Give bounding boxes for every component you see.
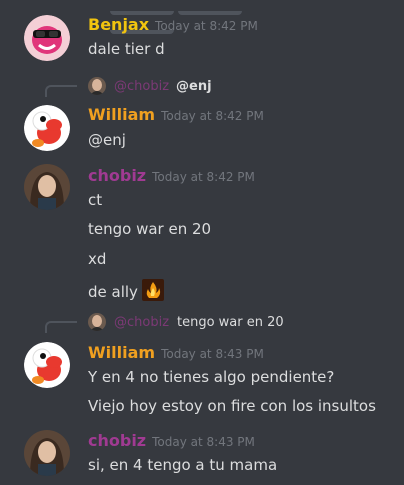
timestamp: Today at 8:43 PM xyxy=(152,435,255,449)
william-avatar-icon xyxy=(24,105,70,151)
reply-preview[interactable]: tengo war en 20 xyxy=(177,315,284,330)
benjax-avatar-icon xyxy=(24,15,70,61)
message-text: Y en 4 no tienes algo pendiente? xyxy=(88,368,335,386)
reply-author[interactable]: @chobiz xyxy=(114,79,169,94)
timestamp: Today at 8:42 PM xyxy=(161,109,264,123)
william-avatar-icon xyxy=(24,342,70,388)
message-text: @enj xyxy=(88,131,126,149)
timestamp: Today at 8:43 PM xyxy=(161,347,264,361)
fire-emoji-icon[interactable] xyxy=(141,279,164,301)
chobiz-avatar-icon xyxy=(24,430,70,476)
reply-preview[interactable]: @enj xyxy=(176,79,212,94)
author-name[interactable]: chobiz xyxy=(88,431,146,450)
chobiz-mini-avatar-icon xyxy=(88,77,106,95)
author-name[interactable]: chobiz xyxy=(88,166,146,185)
reply-avatar-chobiz xyxy=(88,313,106,331)
avatar-chobiz[interactable] xyxy=(24,164,70,210)
message-text: tengo war en 20 xyxy=(88,220,212,238)
chobiz-mini-avatar-icon xyxy=(88,313,106,331)
reply-preview-text: @enj xyxy=(176,79,212,94)
avatar-benjax[interactable] xyxy=(24,15,70,61)
chobiz-avatar-icon xyxy=(24,164,70,210)
message-text: ct xyxy=(88,191,103,209)
message-text: Viejo hoy estoy on fire con los insultos xyxy=(88,397,376,415)
avatar-chobiz[interactable] xyxy=(24,430,70,476)
author-name[interactable]: Benjax xyxy=(88,15,149,34)
reply-avatar-chobiz xyxy=(88,77,106,95)
author-name[interactable]: William xyxy=(88,105,155,124)
timestamp: Today at 8:42 PM xyxy=(152,170,255,184)
message-text: xd xyxy=(88,250,107,268)
timestamp: Today at 8:42 PM xyxy=(155,19,258,33)
message-text: si, en 4 tengo a tu mama xyxy=(88,456,278,474)
author-name[interactable]: William xyxy=(88,343,155,362)
reply-author[interactable]: @chobiz xyxy=(114,315,169,330)
avatar-william[interactable] xyxy=(24,105,70,151)
message-text-with-emoji: de ally xyxy=(88,279,164,301)
message-text: de ally xyxy=(88,283,138,301)
message-text: dale tier d xyxy=(88,40,165,58)
reply-connector xyxy=(45,85,77,97)
avatar-william[interactable] xyxy=(24,342,70,388)
previous-embed-strip xyxy=(110,0,310,34)
reply-connector xyxy=(45,321,77,333)
